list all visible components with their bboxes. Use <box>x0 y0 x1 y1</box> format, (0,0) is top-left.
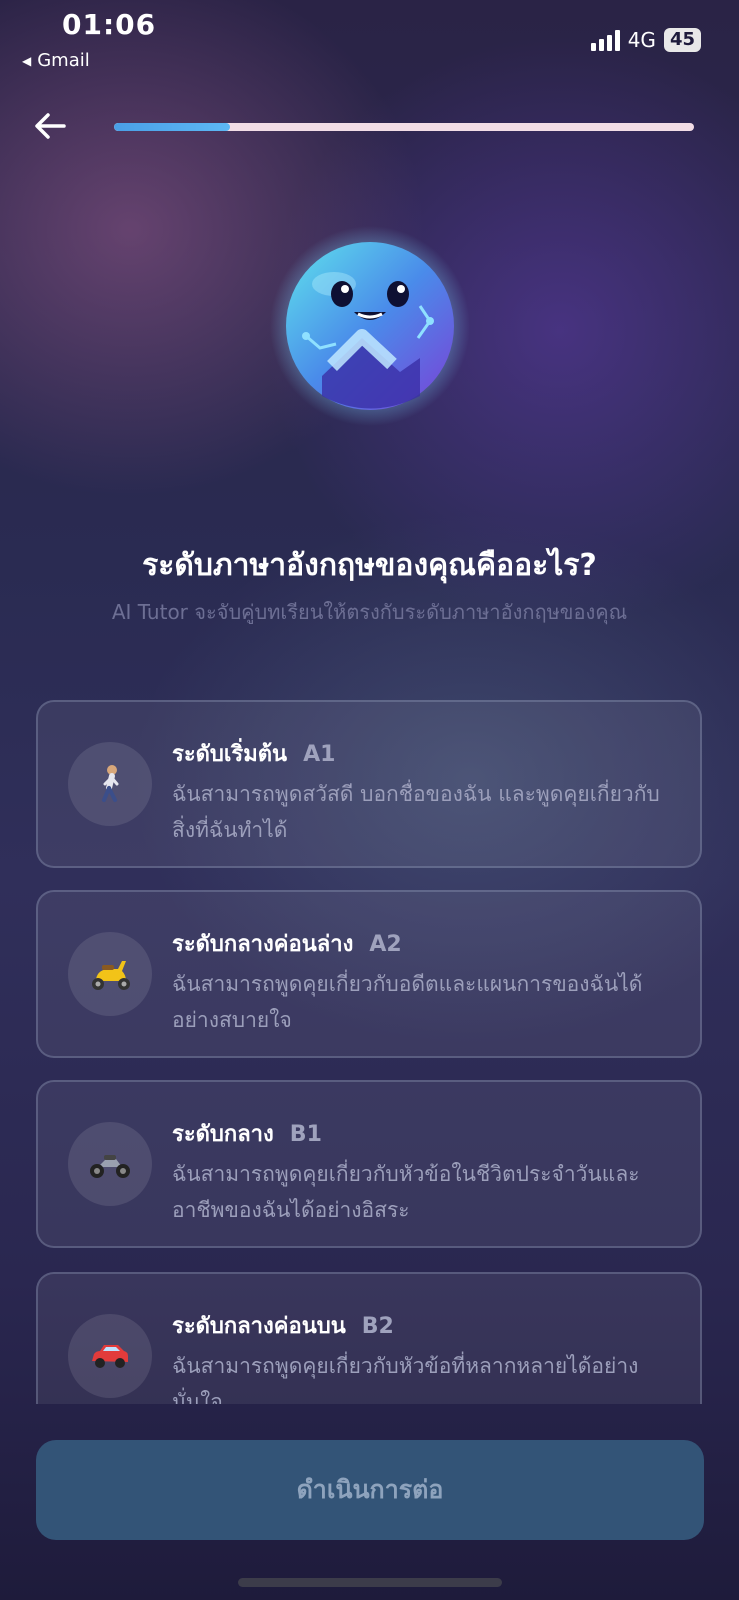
question-title: ระดับภาษาอังกฤษของคุณคืออะไร? <box>142 548 597 583</box>
back-triangle-icon: ◀ <box>22 53 32 68</box>
level-option-a1[interactable]: ระดับเริ่มต้น A1 ฉันสามารถพูดสวัสดี บอกช… <box>36 700 702 868</box>
car-icon <box>68 1314 152 1398</box>
level-name: ระดับกลาง <box>172 1122 274 1147</box>
level-option-a2[interactable]: ระดับกลางค่อนล่าง A2 ฉันสามารถพูดคุยเกี่… <box>36 890 702 1058</box>
progress-fill <box>114 123 230 131</box>
back-button[interactable] <box>30 106 70 146</box>
back-app-label: Gmail <box>37 50 90 71</box>
continue-button[interactable]: ดำเนินการต่อ <box>36 1440 704 1540</box>
level-code: B2 <box>361 1314 394 1339</box>
onboarding-progress-bar <box>114 123 694 131</box>
level-description: ฉันสามารถพูดสวัสดี บอกชื่อของฉัน และพูดค… <box>172 782 660 842</box>
level-name: ระดับเริ่มต้น <box>172 742 288 767</box>
level-code: A2 <box>369 932 402 957</box>
battery-level: 45 <box>663 28 701 52</box>
scooter-icon <box>68 932 152 1016</box>
level-name: ระดับกลางค่อนล่าง <box>172 932 354 957</box>
level-options-list[interactable]: ระดับเริ่มต้น A1 ฉันสามารถพูดสวัสดี บอกช… <box>36 700 704 1404</box>
walking-person-icon <box>68 742 152 826</box>
level-description: ฉันสามารถพูดคุยเกี่ยวกับหัวข้อในชีวิตประ… <box>172 1162 640 1222</box>
status-time: 01:06 <box>62 8 157 41</box>
network-type: 4G <box>627 28 656 52</box>
level-description: ฉันสามารถพูดคุยเกี่ยวกับหัวข้อที่หลากหลา… <box>172 1354 639 1404</box>
level-code: B1 <box>289 1122 322 1147</box>
arrow-left-icon <box>35 113 66 139</box>
motorcycle-icon <box>68 1122 152 1206</box>
level-option-b2[interactable]: ระดับกลางค่อนบน B2 ฉันสามารถพูดคุยเกี่ยว… <box>36 1272 702 1404</box>
back-to-app-link[interactable]: ◀ Gmail <box>22 50 90 71</box>
ai-tutor-mascot-image <box>270 226 470 426</box>
level-code: A1 <box>303 742 336 767</box>
level-description: ฉันสามารถพูดคุยเกี่ยวกับอดีตและแผนการของ… <box>172 972 643 1032</box>
question-subtitle: AI Tutor จะจับคู่บทเรียนให้ตรงกับระดับภา… <box>111 600 628 624</box>
level-name: ระดับกลางค่อนบน <box>172 1314 346 1339</box>
level-option-b1[interactable]: ระดับกลาง B1 ฉันสามารถพูดคุยเกี่ยวกับหัว… <box>36 1080 702 1248</box>
cellular-signal-icon <box>590 29 620 51</box>
home-indicator[interactable] <box>238 1578 502 1587</box>
status-indicators: 4G 45 <box>590 28 701 52</box>
